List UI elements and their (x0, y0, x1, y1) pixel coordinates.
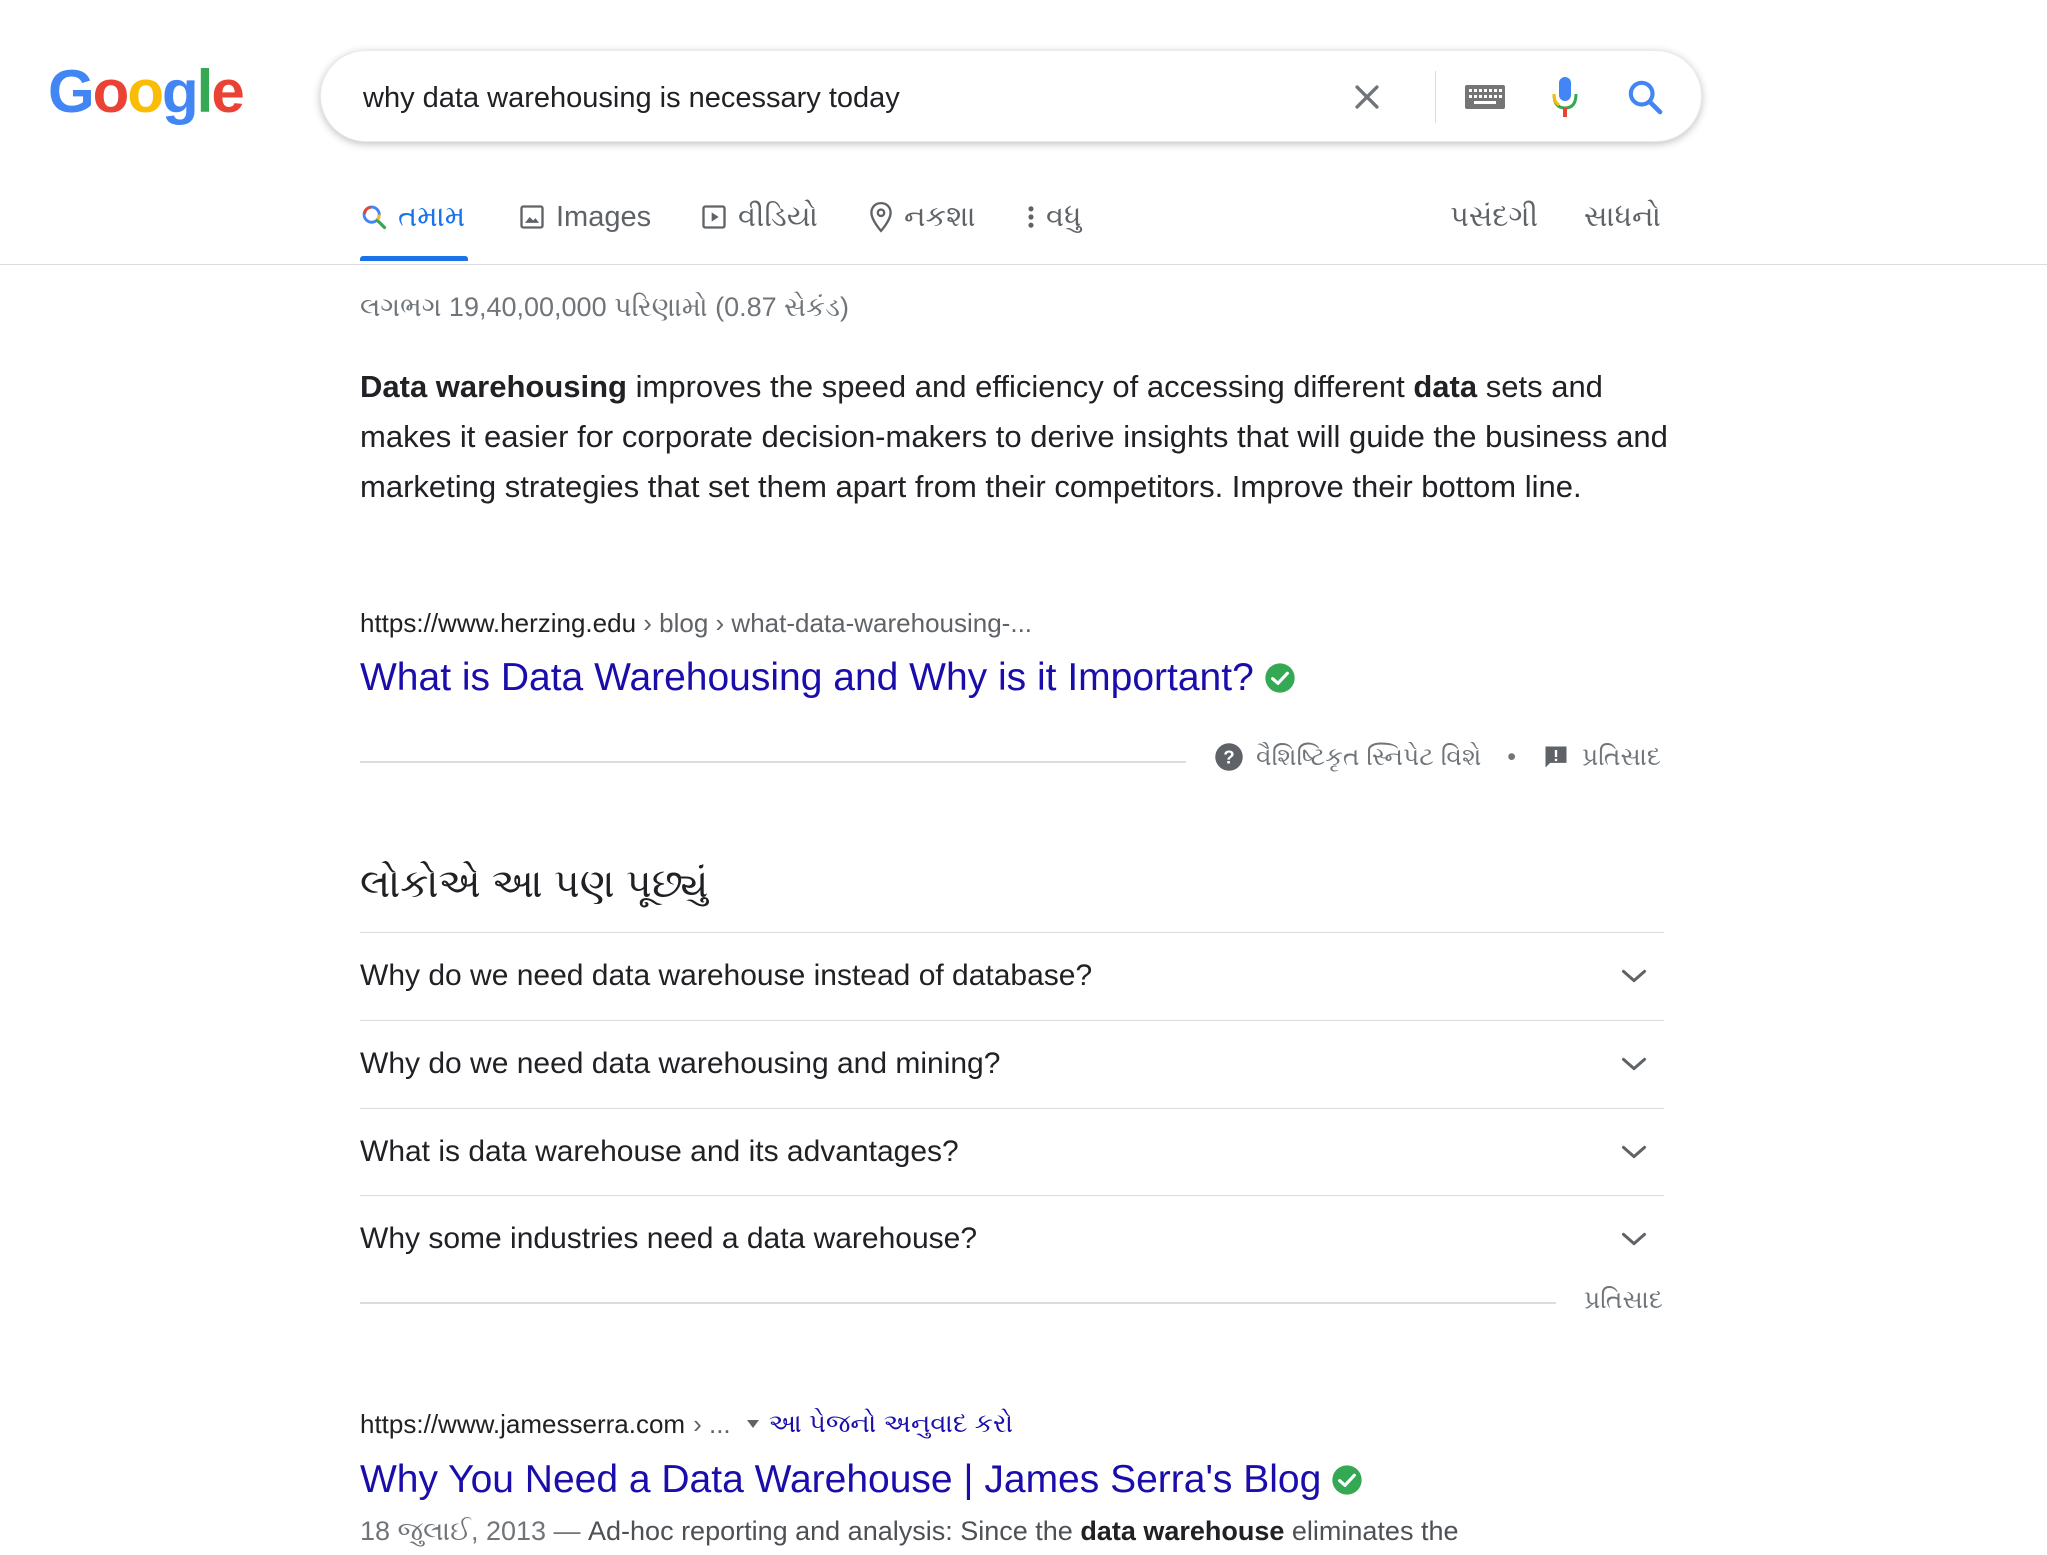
logo-letter: G (48, 58, 95, 125)
tab-all[interactable]: તમામ (360, 196, 465, 238)
snippet-title-link[interactable]: What is Data Warehousing and Why is it I… (360, 656, 1296, 700)
search-icon (362, 205, 387, 230)
tab-label: Images (556, 200, 652, 233)
snippet-text: Ad-hoc reporting and analysis: Since the (580, 1516, 1081, 1546)
verified-check-icon (1332, 1465, 1362, 1495)
snippet-title: What is Data Warehousing and Why is it I… (360, 656, 1254, 699)
paa-bottom-divider (360, 1302, 1556, 1304)
caret-down-icon[interactable] (745, 1418, 761, 1430)
url-breadcrumb: › ... (693, 1408, 731, 1439)
tab-more[interactable]: વધુ (1026, 196, 1081, 238)
logo-letter: g (161, 58, 199, 125)
tab-label: નકશા (904, 200, 976, 233)
url-breadcrumb: › blog › what-data-warehousing-... (636, 608, 1033, 638)
logo-letter: l (196, 58, 214, 125)
logo-letter: e (211, 58, 244, 125)
featured-snippet-text: Data warehousing improves the speed and … (360, 362, 1680, 512)
snippet-footer: ? વૈશિષ્ટિકૃત સ્નિપેટ વિશે • પ્રતિસાદ (1214, 742, 1661, 772)
tab-images[interactable]: Images (518, 196, 651, 238)
video-icon (702, 205, 726, 229)
chevron-down-icon (1616, 958, 1652, 994)
snippet-text: improves the speed and efficiency of acc… (627, 369, 1414, 404)
verified-check-icon (1265, 663, 1295, 693)
paa-question[interactable]: What is data warehouse and its advantage… (360, 1109, 1664, 1195)
search-icon[interactable] (1619, 71, 1671, 123)
about-featured-snippet-link[interactable]: વૈશિષ્ટિકૃત સ્નિપેટ વિશે (1256, 743, 1481, 772)
settings-link[interactable]: પસંદગી (1450, 196, 1538, 238)
tab-videos[interactable]: વીડિયો (700, 196, 818, 238)
paa-question-text: Why do we need data warehouse instead of… (360, 959, 1093, 992)
result-date: 18 જુલાઈ, 2013 — (360, 1516, 581, 1546)
search-input[interactable] (361, 69, 1325, 127)
clear-icon[interactable] (1341, 71, 1393, 123)
tab-maps[interactable]: નકશા (868, 196, 976, 238)
microphone-icon[interactable] (1539, 71, 1591, 123)
snippet-bold: data (1413, 369, 1478, 404)
snippet-url[interactable]: https://www.herzing.edu › blog › what-da… (360, 608, 1032, 639)
result-stats: લગભગ 19,40,00,000 પરિણામો (0.87 સેકંડ) (360, 292, 849, 322)
paa-question[interactable]: Why some industries need a data warehous… (360, 1196, 1664, 1282)
chevron-down-icon (1616, 1046, 1652, 1082)
tab-label: વધુ (1046, 200, 1082, 233)
feedback-icon[interactable] (1542, 743, 1570, 771)
snippet-bold: Data warehousing (360, 369, 627, 404)
header-divider (0, 264, 2047, 265)
people-also-ask-title: લોકોએ આ પણ પૂછ્યું (360, 862, 709, 906)
result-title-link[interactable]: Why You Need a Data Warehouse | James Se… (360, 1458, 1363, 1502)
separator-dot: • (1507, 742, 1517, 771)
more-vert-icon (1028, 206, 1034, 228)
url-domain[interactable]: https://www.jamesserra.com (360, 1409, 685, 1440)
tab-label: વીડિયો (738, 200, 818, 233)
keyboard-icon[interactable] (1459, 71, 1511, 123)
result-url: https://www.jamesserra.com › ... આ પેજનો… (360, 1408, 1013, 1440)
tab-label: તમામ (398, 200, 466, 233)
translate-page-link[interactable]: આ પેજનો અનુવાદ કરો (769, 1408, 1013, 1440)
paa-question[interactable]: Why do we need data warehousing and mini… (360, 1021, 1664, 1107)
url-domain: https://www.herzing.edu (360, 608, 637, 638)
help-icon[interactable]: ? (1214, 742, 1244, 772)
search-box (320, 50, 1702, 142)
map-pin-icon (870, 201, 892, 233)
logo-letter: o (127, 58, 164, 125)
snippet-text: eliminates the (1284, 1516, 1459, 1546)
svg-text:?: ? (1223, 746, 1234, 767)
result-title: Why You Need a Data Warehouse | James Se… (360, 1458, 1322, 1501)
paa-question-text: Why some industries need a data warehous… (360, 1222, 978, 1255)
paa-question-text: Why do we need data warehousing and mini… (360, 1047, 1001, 1080)
logo-letter: o (92, 58, 130, 125)
snippet-divider (360, 761, 1186, 763)
active-tab-indicator (360, 256, 468, 261)
image-icon (520, 205, 544, 229)
chevron-down-icon (1616, 1134, 1652, 1170)
paa-question-text: What is data warehouse and its advantage… (360, 1135, 959, 1168)
chevron-down-icon (1616, 1221, 1652, 1257)
result-snippet: 18 જુલાઈ, 2013 — Ad-hoc reporting and an… (360, 1516, 1458, 1548)
paa-feedback-link[interactable]: પ્રતિસાદ (1584, 1286, 1663, 1315)
paa-question[interactable]: Why do we need data warehouse instead of… (360, 933, 1664, 1019)
search-divider (1435, 71, 1436, 123)
tools-link[interactable]: સાધનો (1584, 196, 1661, 238)
feedback-link[interactable]: પ્રતિસાદ (1582, 743, 1661, 772)
google-logo[interactable]: Google (48, 58, 245, 125)
snippet-bold: data warehouse (1080, 1516, 1285, 1546)
